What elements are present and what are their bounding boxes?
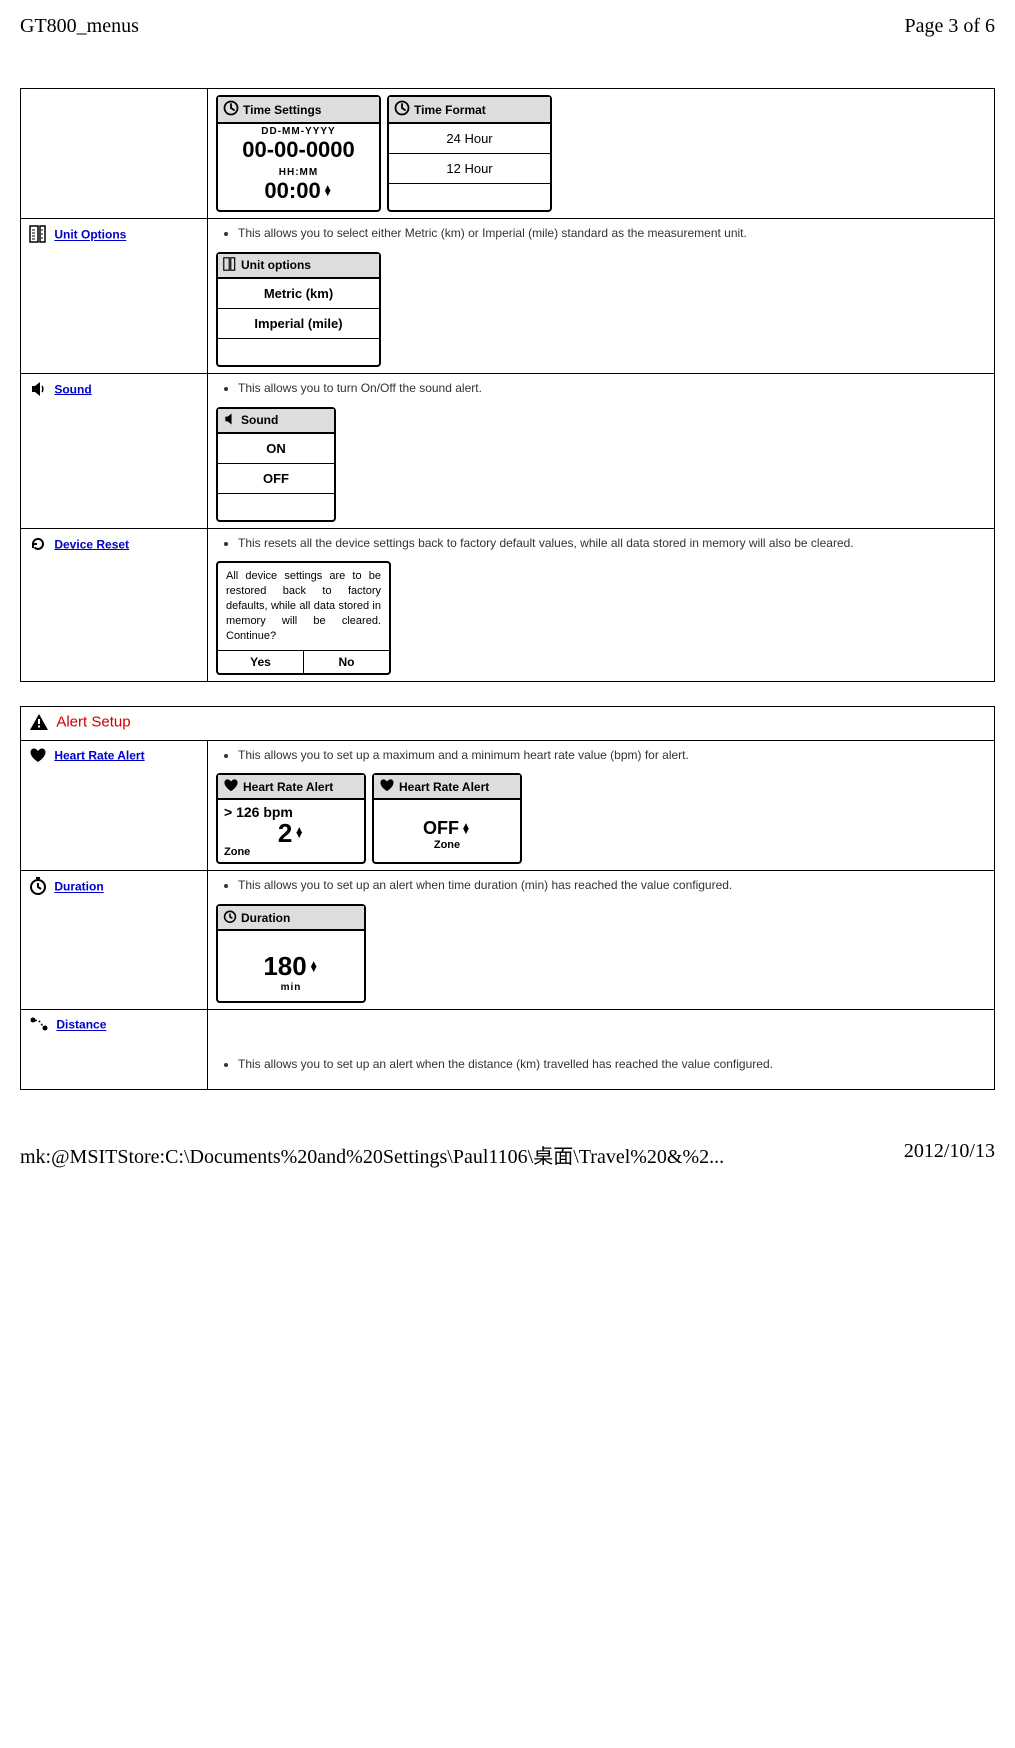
option-metric: Metric (km) [218,279,379,309]
device-screen-hr2: Heart Rate Alert OFF ▲▼ Zone [372,773,522,864]
reset-icon [29,535,47,556]
footer-date: 2012/10/13 [904,1140,995,1169]
option-off: OFF [218,464,334,494]
row-heart-rate: Heart Rate Alert This allows you to set … [21,740,995,871]
date-format-label: DD-MM-YYYY [218,126,379,137]
page-number: Page 3 of 6 [904,15,995,38]
zone-label: Zone [380,839,514,851]
device-screen-reset: All device settings are to be restored b… [216,561,391,674]
unit-icon [223,257,237,274]
screen-title: Duration [241,911,290,925]
option-24h: 24 Hour [389,124,550,154]
sound-icon [223,412,237,429]
screen-title: Time Settings [243,103,321,117]
screen-title: Unit options [241,258,311,272]
footer-path: mk:@MSITStore:C:\Documents%20and%20Setti… [20,1140,724,1169]
heart-icon [29,747,47,766]
reset-dialog-text: All device settings are to be restored b… [218,563,389,649]
date-value: 00-00-0000 [218,137,379,163]
hr-off: OFF [423,818,459,839]
dialog-no: No [304,651,389,673]
time-format-label: HH:MM [218,167,379,178]
spinner-icon: ▲▼ [323,186,333,196]
screen-title: Heart Rate Alert [399,781,489,793]
distance-link[interactable]: Distance [56,1018,106,1032]
header-title: GT800_menus [20,15,139,38]
duration-link[interactable]: Duration [54,880,103,894]
time-value: 00:00 [264,178,320,204]
device-screen-sound: Sound ON OFF [216,407,336,522]
duration-desc: This allows you to set up an alert when … [238,877,986,894]
device-screen-hr1: Heart Rate Alert > 126 bpm 2 ▲▼ Zone [216,773,366,864]
device-screen-time-format: Time Format 24 Hour 12 Hour [387,95,552,212]
duration-value: 180 [263,951,306,982]
heart-icon [379,778,395,795]
row-time-settings: Time Settings DD-MM-YYYY 00-00-0000 HH:M… [21,89,995,219]
screen-title: Heart Rate Alert [243,781,333,793]
heart-rate-link[interactable]: Heart Rate Alert [54,748,144,762]
sound-icon [29,380,47,401]
sound-desc: This allows you to turn On/Off the sound… [238,380,986,397]
duration-unit: min [281,982,302,993]
unit-options-link[interactable]: Unit Options [54,228,126,242]
option-imperial: Imperial (mile) [218,309,379,339]
heart-icon [223,778,239,795]
device-screen-time-settings: Time Settings DD-MM-YYYY 00-00-0000 HH:M… [216,95,381,212]
page-header: GT800_menus Page 3 of 6 [20,15,995,38]
screen-title: Time Format [414,103,486,117]
duration-icon [223,909,237,926]
row-sound: Sound This allows you to turn On/Off the… [21,373,995,528]
alert-icon [29,713,49,734]
dialog-yes: Yes [218,651,304,673]
alert-setup-title: Alert Setup [56,713,130,730]
row-duration: Duration This allows you to set up an al… [21,871,995,1010]
page-footer: mk:@MSITStore:C:\Documents%20and%20Setti… [20,1140,995,1169]
spinner-icon: ▲▼ [461,824,471,834]
row-alert-header: Alert Setup [21,706,995,740]
screen-title: Sound [241,413,278,427]
row-device-reset: Device Reset This resets all the device … [21,528,995,681]
row-unit-options: Unit Options This allows you to select e… [21,219,995,374]
reset-desc: This resets all the device settings back… [238,535,986,552]
option-on: ON [218,434,334,464]
settings-table-1: Time Settings DD-MM-YYYY 00-00-0000 HH:M… [20,88,995,682]
option-12h: 12 Hour [389,154,550,184]
unit-desc: This allows you to select either Metric … [238,225,986,242]
spinner-icon: ▲▼ [309,962,319,972]
distance-desc: This allows you to set up an alert when … [238,1056,986,1073]
distance-icon [29,1016,49,1035]
unit-icon [29,225,47,246]
hr-desc: This allows you to set up a maximum and … [238,747,986,764]
clock-icon [394,100,410,119]
device-reset-link[interactable]: Device Reset [54,537,129,551]
sound-link[interactable]: Sound [54,382,91,396]
zone-label: Zone [224,846,358,858]
duration-icon [29,877,47,898]
device-screen-unit: Unit options Metric (km) Imperial (mile) [216,252,381,367]
row-distance: Distance This allows you to set up an al… [21,1010,995,1090]
hr-zone-value: 2 [278,820,292,846]
clock-icon [223,100,239,119]
alert-setup-table: Alert Setup Heart Rate Alert This allows… [20,706,995,1090]
spinner-icon: ▲▼ [294,828,304,838]
device-screen-duration: Duration 180 ▲▼ min [216,904,366,1003]
